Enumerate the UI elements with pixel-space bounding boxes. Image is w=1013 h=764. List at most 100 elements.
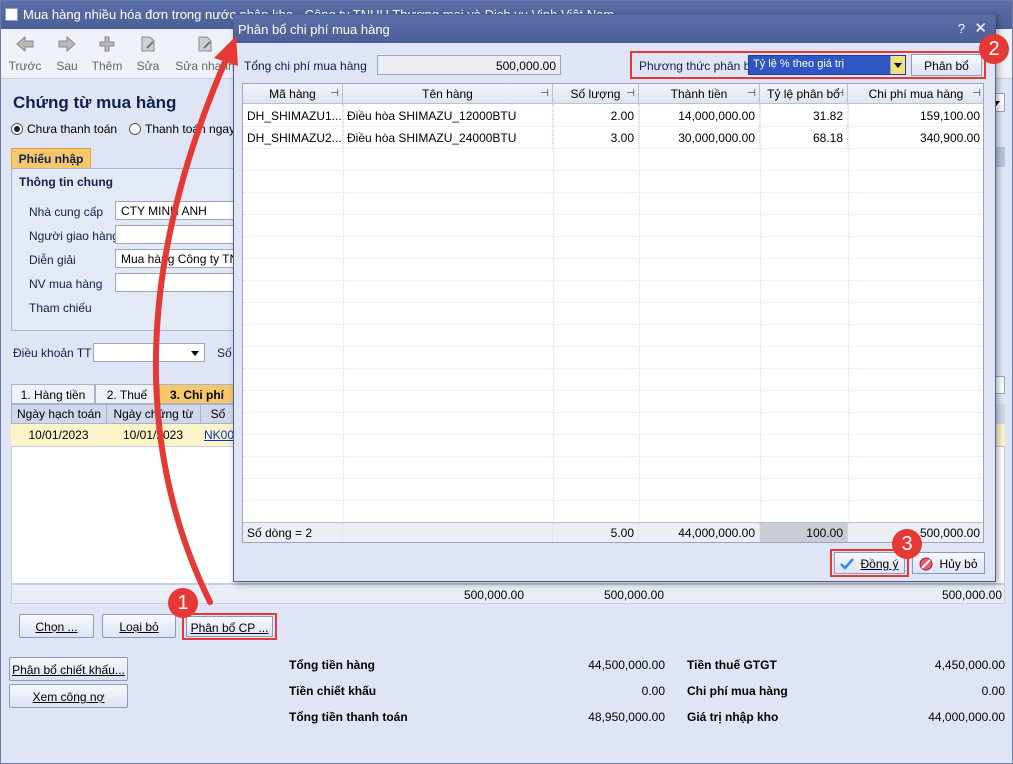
col-amount[interactable]: Thành tiền ⊣ bbox=[639, 84, 760, 104]
cell-quantity: 3.00 bbox=[553, 126, 639, 148]
total-cost-input[interactable]: 500,000.00 bbox=[377, 55, 561, 75]
pin-icon[interactable]: ⊣ bbox=[330, 88, 339, 99]
col-allocation-rate[interactable]: Tỷ lệ phân bổ ⊣ bbox=[760, 84, 848, 104]
pin-icon[interactable]: ⊣ bbox=[972, 88, 981, 99]
description-input[interactable]: Mua hàng Công ty TNHH bbox=[115, 249, 235, 268]
grid-line bbox=[343, 104, 344, 522]
add-button[interactable]: Thêm bbox=[85, 33, 129, 73]
close-icon[interactable]: ✕ bbox=[974, 19, 987, 37]
cell-voucher-date: 10/01/2023 bbox=[122, 428, 184, 442]
cancel-button[interactable]: Hủy bỏ bbox=[912, 552, 985, 574]
grid-line bbox=[243, 192, 983, 193]
stock-value-label: Giá trị nhập kho bbox=[687, 710, 779, 724]
radio-unpaid[interactable]: Chưa thanh toán bbox=[11, 122, 117, 136]
edit-button[interactable]: Sửa bbox=[126, 33, 170, 73]
deliverer-label: Người giao hàng bbox=[29, 229, 119, 243]
choose-button[interactable]: Chọn ... bbox=[19, 614, 94, 638]
allocation-grid-footer: Số dòng = 2 5.00 44,000,000.00 100.00 50… bbox=[243, 522, 983, 542]
grid-line bbox=[243, 170, 983, 171]
sum-value: 500,000.00 bbox=[603, 588, 664, 602]
col-posting-date[interactable]: Ngày hạch toán bbox=[12, 405, 107, 423]
description-label: Diễn giải bbox=[29, 253, 76, 267]
chevron-down-icon[interactable] bbox=[890, 56, 905, 74]
total-goods-label: Tổng tiền hàng bbox=[289, 658, 375, 672]
col-quantity[interactable]: Số lượng ⊣ bbox=[553, 84, 639, 104]
row-count: Số dòng = 2 bbox=[243, 523, 343, 542]
edit-icon bbox=[141, 36, 155, 52]
deliverer-input[interactable] bbox=[115, 225, 235, 244]
help-icon[interactable]: ? bbox=[958, 21, 965, 36]
grid-line bbox=[243, 148, 983, 149]
next-button[interactable]: Sau bbox=[45, 33, 89, 73]
table-row[interactable]: 10/01/2023 10/01/2023 NK001 bbox=[11, 424, 235, 446]
grid-line bbox=[243, 258, 983, 259]
reference-label: Tham chiếu bbox=[29, 301, 92, 315]
buyer-label: NV mua hàng bbox=[29, 277, 103, 291]
view-debt-button[interactable]: Xem công nợ bbox=[9, 684, 128, 708]
vat-label: Tiền thuế GTGT bbox=[687, 658, 777, 672]
vat-value: 4,450,000.00 bbox=[934, 658, 1005, 672]
payment-terms-label: Điều khoản TT bbox=[13, 346, 92, 360]
total-goods-value: 44,500,000.00 bbox=[588, 658, 665, 672]
method-label: Phương thức phân bổ bbox=[639, 59, 758, 73]
cell-quantity: 2.00 bbox=[553, 104, 639, 126]
total-quantity: 5.00 bbox=[553, 523, 639, 542]
cell-posting-date: 10/01/2023 bbox=[28, 428, 89, 442]
edit-icon bbox=[198, 36, 212, 52]
total-payment-value: 48,950,000.00 bbox=[588, 710, 665, 724]
allocate-button[interactable]: Phân bổ bbox=[911, 54, 982, 76]
pin-icon[interactable]: ⊣ bbox=[835, 88, 844, 99]
radio-dot-icon bbox=[11, 123, 23, 135]
col-number[interactable]: Số bbox=[201, 405, 236, 423]
dialog-title: Phân bổ chi phí mua hàng bbox=[238, 22, 390, 37]
allocate-cost-button[interactable]: Phân bổ CP ... bbox=[186, 616, 273, 637]
purchase-cost-value: 0.00 bbox=[981, 684, 1005, 698]
total-amount: 44,000,000.00 bbox=[639, 523, 760, 542]
col-item-name[interactable]: Tên hàng ⊣ bbox=[343, 84, 553, 104]
section-title: Thông tin chung bbox=[17, 175, 115, 189]
allocate-discount-button[interactable]: Phân bổ chiết khấu... bbox=[9, 657, 128, 681]
discount-value: 0.00 bbox=[641, 684, 665, 698]
tab-phieu-nhap[interactable]: Phiếu nhập bbox=[11, 148, 91, 169]
quick-edit-button[interactable]: Sửa nhanh bbox=[175, 33, 235, 73]
tab-costs[interactable]: 3. Chi phí bbox=[159, 384, 235, 404]
table-row[interactable]: DH_SHIMAZU2... Điều hòa SHIMAZU_24000BTU… bbox=[243, 126, 983, 148]
cell-number-link[interactable]: NK001 bbox=[200, 424, 235, 446]
table-row[interactable]: DH_SHIMAZU1... Điều hòa SHIMAZU_12000BTU… bbox=[243, 104, 983, 126]
cell-purchase-cost[interactable]: 340,900.00 bbox=[848, 126, 983, 148]
remove-button[interactable]: Loại bỏ bbox=[102, 614, 176, 638]
step-badge-3: 3 bbox=[892, 529, 922, 559]
method-select[interactable]: Tỷ lệ % theo giá trị bbox=[748, 55, 906, 75]
ok-button[interactable]: Đồng ý bbox=[834, 552, 905, 574]
dialog-titlebar: Phân bổ chi phí mua hàng ? ✕ bbox=[234, 15, 995, 43]
radio-dot-icon bbox=[129, 123, 141, 135]
payment-terms-select[interactable] bbox=[93, 343, 205, 362]
sum-value: 500,000.00 bbox=[463, 588, 524, 602]
radio-paid-now[interactable]: Thanh toán ngay bbox=[129, 122, 235, 136]
col-voucher-date[interactable]: Ngày chứng từ bbox=[107, 405, 201, 423]
total-allocation-rate: 100.00 bbox=[760, 523, 848, 542]
tab-goods[interactable]: 1. Hàng tiền bbox=[11, 384, 95, 404]
check-icon bbox=[840, 558, 855, 570]
supplier-input[interactable]: CTY MINH ANH bbox=[115, 201, 235, 220]
cell-allocation-rate[interactable]: 31.82 bbox=[760, 104, 848, 126]
col-purchase-cost[interactable]: Chi phí mua hàng ⊣ bbox=[848, 84, 983, 104]
pin-icon[interactable]: ⊣ bbox=[540, 88, 549, 99]
grid-line bbox=[848, 104, 849, 522]
cell-purchase-cost[interactable]: 159,100.00 bbox=[848, 104, 983, 126]
cell-item-code: DH_SHIMAZU2... bbox=[243, 126, 343, 148]
total-payment-label: Tổng tiền thanh toán bbox=[289, 710, 408, 724]
prev-button[interactable]: Trước bbox=[3, 33, 47, 73]
cell-amount: 30,000,000.00 bbox=[639, 126, 760, 148]
grid-line bbox=[243, 500, 983, 501]
total-cost-label: Tổng chi phí mua hàng bbox=[244, 59, 367, 73]
buyer-input[interactable] bbox=[115, 273, 235, 292]
grid-line bbox=[243, 324, 983, 325]
grid-line bbox=[243, 126, 983, 127]
grid-line bbox=[243, 478, 983, 479]
pin-icon[interactable]: ⊣ bbox=[626, 88, 635, 99]
tab-tax[interactable]: 2. Thuế bbox=[95, 384, 159, 404]
col-item-code[interactable]: Mã hàng ⊣ bbox=[243, 84, 343, 104]
cell-allocation-rate[interactable]: 68.18 bbox=[760, 126, 848, 148]
pin-icon[interactable]: ⊣ bbox=[747, 88, 756, 99]
